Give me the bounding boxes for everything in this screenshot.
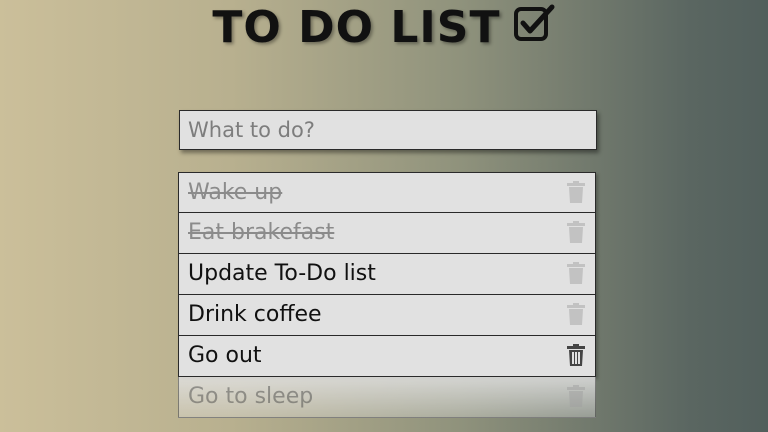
trash-icon[interactable] [567,262,585,284]
trash-icon[interactable] [567,221,585,243]
todo-item-text: Eat brakefast [188,220,335,245]
new-todo-input[interactable] [180,111,596,149]
page-title: TO DO LIST [212,2,501,53]
todo-item[interactable]: Update To-Do list [178,254,596,295]
todo-item-text: Go to sleep [188,384,314,409]
todo-item[interactable]: Drink coffee [178,295,596,336]
todo-item[interactable]: Go out [178,336,596,377]
checkbox-checked-icon [513,3,556,45]
trash-icon[interactable] [567,181,585,203]
todo-item[interactable]: Go to sleep [178,377,596,418]
page-header: TO DO LIST [0,2,768,53]
todo-item-text: Wake up [188,180,283,205]
todo-item-text: Go out [188,343,262,368]
trash-icon[interactable] [567,303,585,325]
todo-item[interactable]: Wake up [178,172,596,213]
todo-item-text: Drink coffee [188,302,322,327]
trash-icon[interactable] [567,344,585,366]
todo-list: Wake up Eat brakefast Update To-Do list … [178,172,596,418]
todo-item-text: Update To-Do list [188,261,376,286]
new-todo-field[interactable] [179,110,597,150]
todo-item[interactable]: Eat brakefast [178,213,596,254]
trash-icon[interactable] [567,385,585,407]
